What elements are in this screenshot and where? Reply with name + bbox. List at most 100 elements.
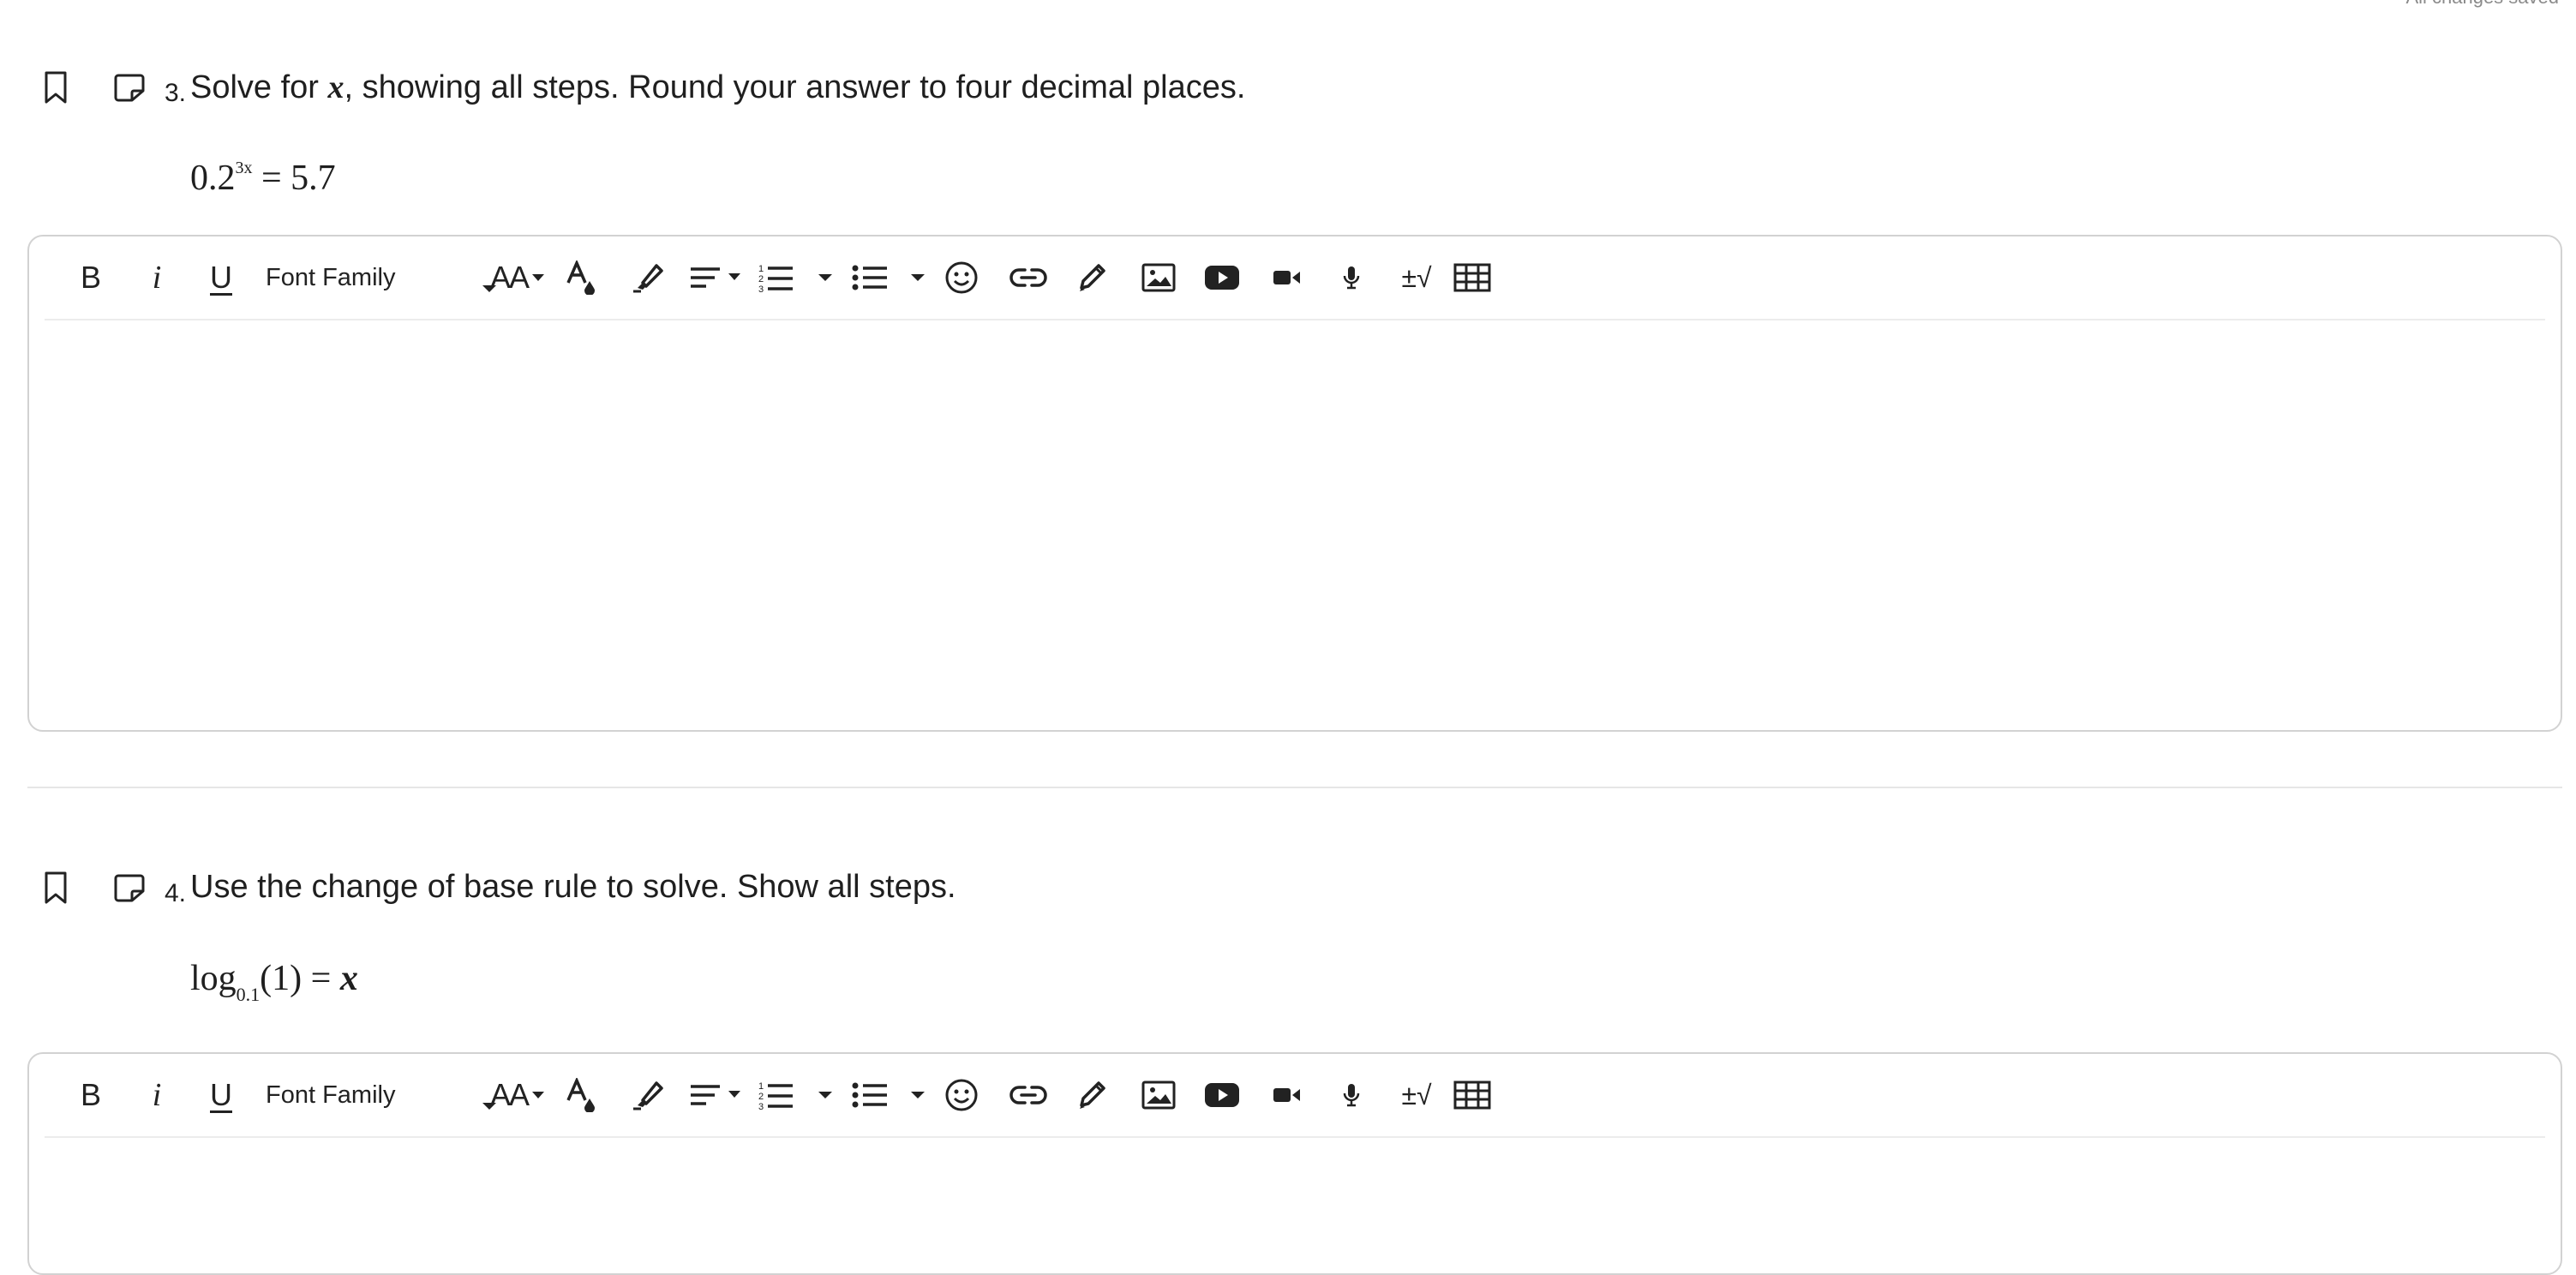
- audio-button[interactable]: [1339, 1074, 1364, 1116]
- font-family-select[interactable]: Font Family: [266, 1073, 497, 1117]
- math-icon: ±√: [1401, 1079, 1432, 1110]
- link-icon: [1009, 268, 1047, 287]
- bulleted-list-options[interactable]: [908, 1074, 927, 1116]
- answer-editor-4: B i U Font Family AA 123 ±√: [27, 1052, 2562, 1275]
- chevron-down-icon: [911, 1092, 925, 1098]
- question-header: 4. Use the change of base rule to solve.…: [0, 864, 2562, 915]
- note-icon[interactable]: [113, 72, 146, 103]
- italic-button[interactable]: i: [144, 257, 170, 298]
- align-icon: [691, 1085, 740, 1105]
- save-status: All changes saved: [2405, 0, 2559, 9]
- font-size-button[interactable]: AA: [490, 1074, 545, 1116]
- svg-text:2: 2: [758, 274, 764, 284]
- question-divider: [27, 787, 2562, 788]
- bold-button[interactable]: B: [74, 1074, 108, 1116]
- image-button[interactable]: [1140, 1074, 1177, 1116]
- draw-button[interactable]: [1073, 1074, 1111, 1116]
- audio-button[interactable]: [1339, 257, 1364, 298]
- align-button[interactable]: [689, 257, 744, 298]
- note-icon[interactable]: [113, 872, 146, 903]
- editor-toolbar: B i U Font Family AA 123 ±√: [45, 1054, 2545, 1138]
- link-button[interactable]: [1008, 1074, 1049, 1116]
- video-icon: [1273, 271, 1300, 284]
- chevron-down-icon: [818, 274, 832, 281]
- bulleted-list-icon: [852, 265, 887, 290]
- font-size-button[interactable]: AA: [490, 257, 545, 298]
- question-prompt: Use the change of base rule to solve. Sh…: [190, 869, 956, 905]
- video-button[interactable]: [1270, 1074, 1304, 1116]
- editor-body[interactable]: [45, 1138, 2545, 1265]
- highlighter-icon: [633, 1081, 663, 1110]
- font-family-label: Font Family: [266, 263, 396, 291]
- link-button[interactable]: [1008, 257, 1049, 298]
- table-icon: [1453, 263, 1491, 292]
- youtube-button[interactable]: [1203, 1074, 1241, 1116]
- svg-text:1: 1: [758, 264, 764, 274]
- highlighter-icon: [633, 264, 663, 293]
- bookmark-icon[interactable]: [43, 70, 69, 105]
- youtube-icon: [1205, 1083, 1239, 1107]
- svg-text:1: 1: [758, 1081, 764, 1092]
- bookmark-icon[interactable]: [43, 871, 69, 905]
- math-button[interactable]: ±√: [1393, 257, 1440, 298]
- bulleted-list-options[interactable]: [908, 257, 927, 298]
- video-icon: [1273, 1088, 1300, 1102]
- image-icon: [1141, 263, 1176, 292]
- table-button[interactable]: [1452, 1074, 1493, 1116]
- question-number: 3.: [165, 79, 187, 107]
- text-color-icon: [566, 260, 595, 295]
- answer-editor-3: B i U Font Family AA 123 ±√: [27, 235, 2562, 732]
- underline-button[interactable]: U: [204, 1074, 238, 1116]
- question-prompt: Solve for x, showing all steps. Round yo…: [190, 69, 1246, 105]
- underline-button[interactable]: U: [204, 257, 238, 298]
- image-button[interactable]: [1140, 257, 1177, 298]
- highlight-button[interactable]: [629, 257, 667, 298]
- numbered-list-button[interactable]: 123: [756, 1074, 795, 1116]
- emoji-icon: [945, 1079, 978, 1111]
- font-family-select[interactable]: Font Family: [266, 255, 497, 300]
- chevron-down-icon: [818, 1092, 832, 1098]
- microphone-icon: [1343, 266, 1360, 290]
- pencil-icon: [1080, 264, 1105, 291]
- chevron-down-icon: [911, 274, 925, 281]
- align-button[interactable]: [689, 1074, 744, 1116]
- numbered-list-options[interactable]: [816, 1074, 835, 1116]
- align-icon: [691, 267, 740, 288]
- highlight-button[interactable]: [629, 1074, 667, 1116]
- text-color-button[interactable]: [564, 1074, 598, 1116]
- font-size-label: AA: [490, 1077, 530, 1112]
- youtube-button[interactable]: [1203, 257, 1241, 298]
- draw-button[interactable]: [1073, 257, 1111, 298]
- bulleted-list-button[interactable]: [850, 1074, 890, 1116]
- editor-body[interactable]: [45, 320, 2545, 721]
- numbered-list-options[interactable]: [816, 257, 835, 298]
- table-button[interactable]: [1452, 257, 1493, 298]
- youtube-icon: [1205, 266, 1239, 290]
- pencil-icon: [1080, 1081, 1105, 1109]
- bulleted-list-button[interactable]: [850, 257, 890, 298]
- math-icon: ±√: [1401, 261, 1432, 293]
- question-header: 3. Solve for x, showing all steps. Round…: [0, 63, 2562, 115]
- font-size-label: AA: [490, 260, 530, 295]
- emoji-button[interactable]: [943, 257, 980, 298]
- microphone-icon: [1343, 1084, 1360, 1107]
- chevron-down-icon: [532, 1092, 545, 1098]
- video-button[interactable]: [1270, 257, 1304, 298]
- question-number: 4.: [165, 879, 187, 907]
- svg-text:2: 2: [758, 1092, 764, 1102]
- bulleted-list-icon: [852, 1082, 887, 1108]
- question-formula: 0.23x = 5.7: [190, 159, 336, 198]
- table-icon: [1453, 1080, 1491, 1110]
- editor-toolbar: B i U Font Family AA 123 ±√: [45, 236, 2545, 320]
- font-family-label: Font Family: [266, 1080, 396, 1109]
- svg-text:3: 3: [758, 284, 764, 293]
- emoji-button[interactable]: [943, 1074, 980, 1116]
- emoji-icon: [945, 261, 978, 294]
- text-color-button[interactable]: [564, 257, 598, 298]
- math-button[interactable]: ±√: [1393, 1074, 1440, 1116]
- numbered-list-button[interactable]: 123: [756, 257, 795, 298]
- italic-button[interactable]: i: [144, 1074, 170, 1116]
- chevron-down-icon: [532, 274, 545, 281]
- numbered-list-icon: 123: [758, 1081, 793, 1110]
- bold-button[interactable]: B: [74, 257, 108, 298]
